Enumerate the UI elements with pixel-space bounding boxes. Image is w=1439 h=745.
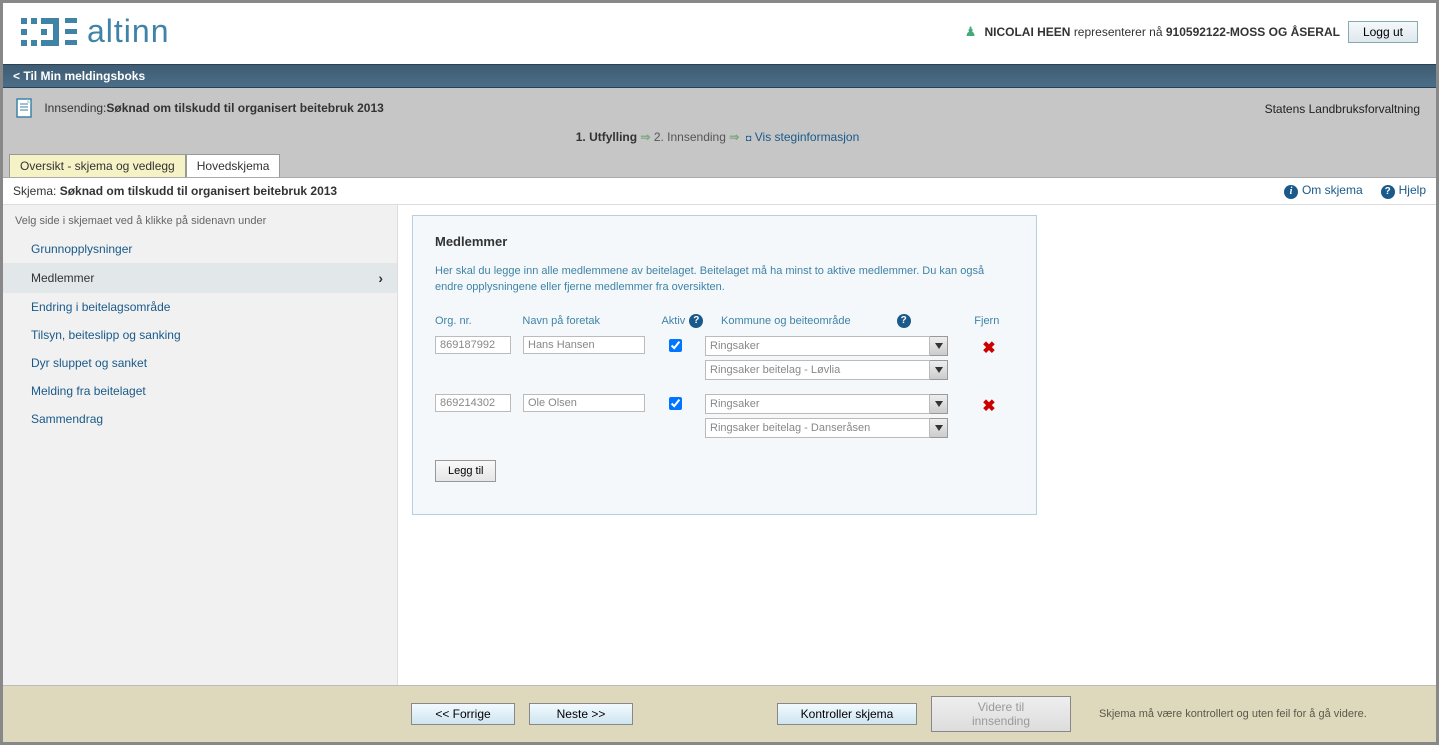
help-link[interactable]: ? Hjelp	[1381, 183, 1426, 199]
footer: << Forrige Neste >> Kontroller skjema Vi…	[3, 685, 1436, 742]
arrow-icon: ⇒	[640, 130, 650, 144]
expand-icon: ◘	[746, 133, 751, 143]
submission-prefix: Innsending:	[44, 101, 106, 115]
dropdown-button[interactable]	[930, 394, 948, 414]
user-icon: ♟	[965, 24, 977, 40]
dropdown-button[interactable]	[930, 360, 948, 380]
help-icon: ?	[1381, 185, 1395, 199]
sidebar-item-medlemmer[interactable]: Medlemmer ›	[3, 263, 397, 293]
logo-text: altinn	[87, 13, 170, 50]
add-member-button[interactable]: Legg til	[435, 460, 496, 482]
tab-main-form[interactable]: Hovedskjema	[186, 154, 281, 177]
step-1: 1. Utfylling	[576, 130, 637, 144]
represents-org: 910592122-MOSS OG ÅSERAL	[1166, 25, 1340, 39]
company-name-input[interactable]	[523, 394, 645, 412]
dropdown-button[interactable]	[930, 418, 948, 438]
dropdown-button[interactable]	[930, 336, 948, 356]
tab-overview[interactable]: Oversikt - skjema og vedlegg	[9, 154, 186, 177]
aktiv-checkbox[interactable]	[669, 397, 682, 410]
sidebar-item-tilsyn[interactable]: Tilsyn, beiteslipp og sanking	[3, 321, 397, 349]
members-panel: Medlemmer Her skal du legge inn alle med…	[412, 215, 1037, 515]
col-kommune: Kommune og beiteområde ?	[721, 314, 974, 328]
help-icon[interactable]: ?	[689, 314, 703, 328]
help-icon[interactable]: ?	[897, 314, 911, 328]
about-schema-link[interactable]: i Om skjema	[1284, 183, 1363, 199]
user-info: ♟ NICOLAI HEEN representerer nå 91059212…	[965, 21, 1418, 43]
remove-button[interactable]: ✖	[982, 340, 995, 357]
panel-title: Medlemmer	[435, 234, 1014, 249]
arrow-icon: ⇒	[729, 130, 739, 144]
sidebar-item-sammendrag[interactable]: Sammendrag	[3, 405, 397, 433]
step-indicator: 1. Utfylling ⇒ 2. Innsending ⇒ ◘ Vis ste…	[9, 124, 1426, 154]
submission-title: Innsending:Søknad om tilskudd til organi…	[15, 98, 384, 120]
col-aktiv: Aktiv ?	[661, 314, 721, 328]
orgnr-input[interactable]	[435, 336, 511, 354]
videre-button: Videre til innsending	[931, 696, 1071, 732]
step-2: 2. Innsending	[654, 130, 726, 144]
logo-icon	[21, 18, 77, 46]
company-name-input[interactable]	[523, 336, 645, 354]
document-icon	[15, 98, 35, 120]
schema-name: Søknad om tilskudd til organisert beiteb…	[60, 184, 337, 198]
sidebar: Velg side i skjemaet ved å klikke på sid…	[3, 205, 398, 686]
beiteomrade-select[interactable]	[705, 418, 930, 438]
sidebar-item-dyr[interactable]: Dyr sluppet og sanket	[3, 349, 397, 377]
show-steps-link[interactable]: Vis steginformasjon	[755, 130, 860, 144]
agency-name: Statens Landbruksforvaltning	[1265, 102, 1420, 116]
schema-label-row: Skjema: Søknad om tilskudd til organiser…	[13, 184, 337, 198]
help-label: Hjelp	[1399, 183, 1426, 197]
kommune-select[interactable]	[705, 336, 930, 356]
orgnr-input[interactable]	[435, 394, 511, 412]
sidebar-item-label: Medlemmer	[31, 271, 94, 285]
back-link[interactable]: < Til Min meldingsboks	[13, 69, 145, 83]
aktiv-checkbox[interactable]	[669, 339, 682, 352]
schema-label: Skjema:	[13, 184, 56, 198]
next-button[interactable]: Neste >>	[529, 703, 633, 725]
member-row: ✖	[435, 336, 1014, 380]
logo[interactable]: altinn	[21, 13, 170, 50]
prev-button[interactable]: << Forrige	[411, 703, 515, 725]
col-aktiv-label: Aktiv	[661, 315, 685, 327]
kommune-select[interactable]	[705, 394, 930, 414]
submission-name: Søknad om tilskudd til organisert beiteb…	[106, 101, 383, 115]
chevron-right-icon: ›	[378, 270, 383, 286]
sidebar-item-endring[interactable]: Endring i beitelagsområde	[3, 293, 397, 321]
user-name: NICOLAI HEEN	[984, 25, 1070, 39]
footer-hint: Skjema må være kontrollert og uten feil …	[1099, 708, 1367, 720]
beiteomrade-select[interactable]	[705, 360, 930, 380]
col-name: Navn på foretak	[522, 315, 661, 327]
member-row: ✖	[435, 394, 1014, 438]
col-orgnr: Org. nr.	[435, 315, 522, 327]
about-schema-label: Om skjema	[1302, 183, 1363, 197]
col-fjern: Fjern	[974, 315, 1014, 327]
col-kommune-label: Kommune og beiteområde	[721, 315, 851, 327]
sidebar-hint: Velg side i skjemaet ved å klikke på sid…	[3, 211, 397, 235]
kontroller-button[interactable]: Kontroller skjema	[777, 703, 917, 725]
sidebar-item-grunnopplysninger[interactable]: Grunnopplysninger	[3, 235, 397, 263]
info-icon: i	[1284, 185, 1298, 199]
logout-button[interactable]: Logg ut	[1348, 21, 1418, 43]
panel-hint: Her skal du legge inn alle medlemmene av…	[435, 263, 1014, 296]
represents-text: representerer nå	[1074, 25, 1163, 39]
sidebar-item-melding[interactable]: Melding fra beitelaget	[3, 377, 397, 405]
remove-button[interactable]: ✖	[982, 398, 995, 415]
